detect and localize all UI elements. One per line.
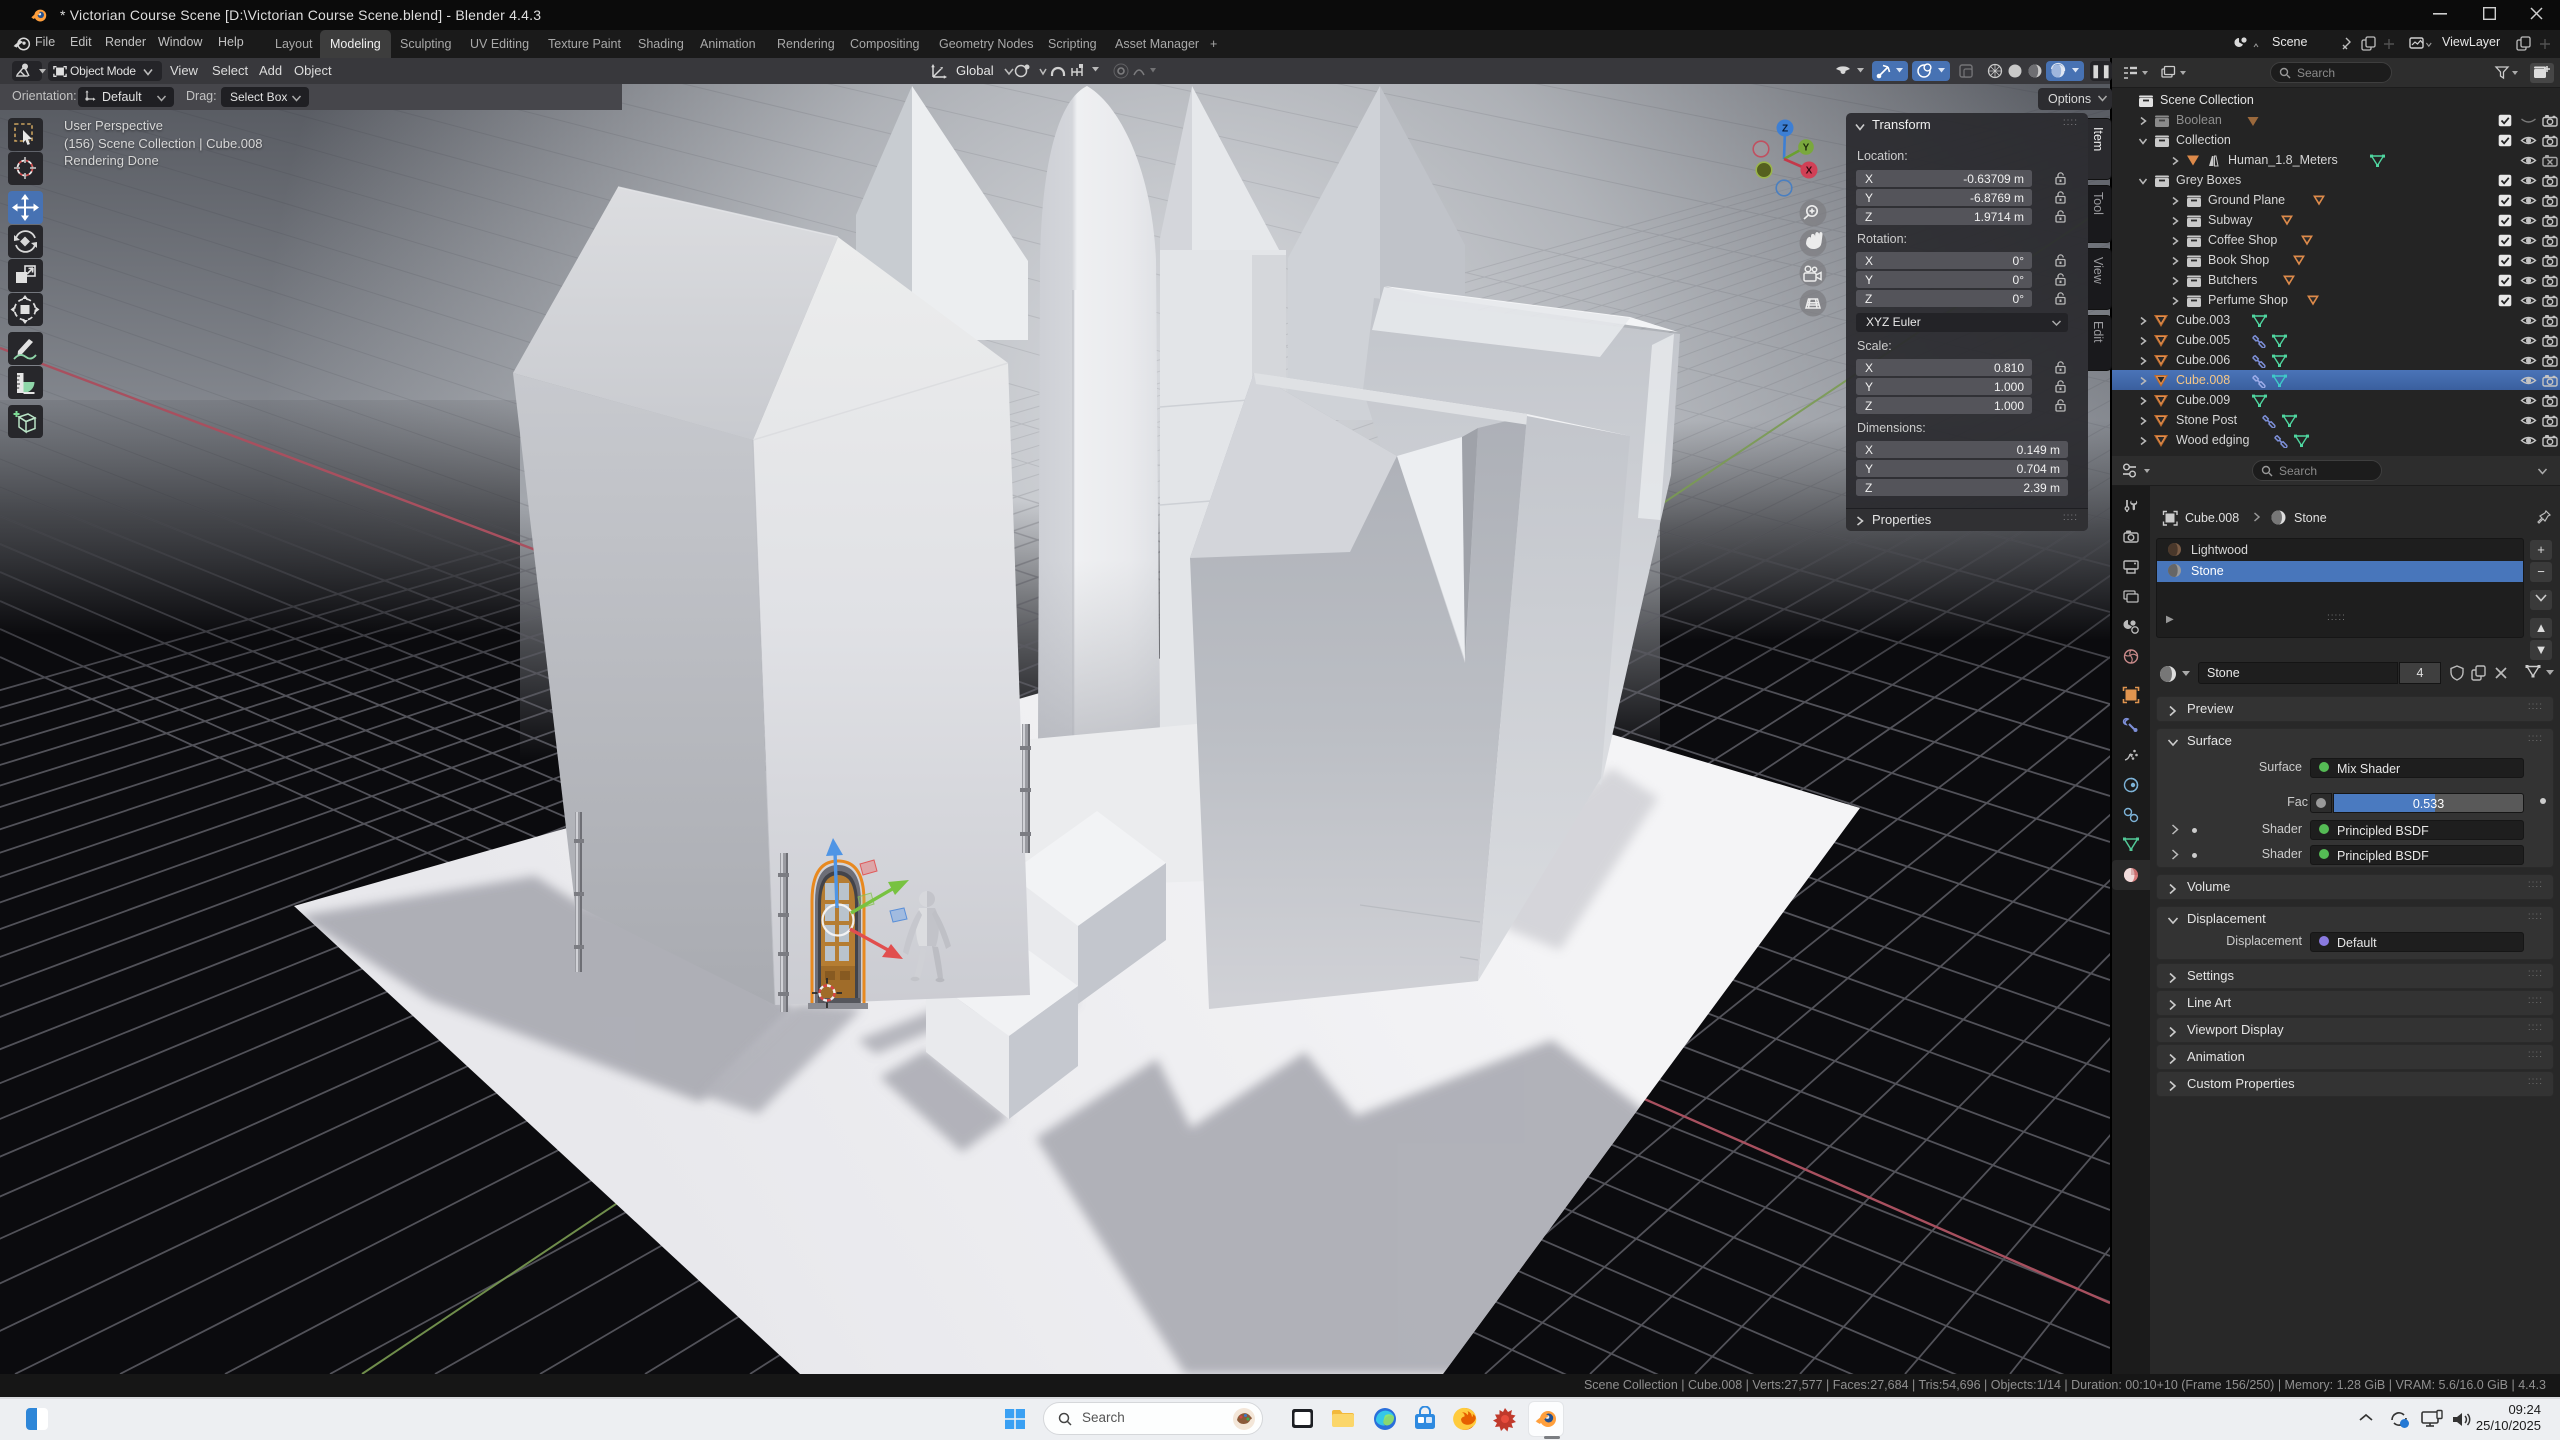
svg-text:Y: Y bbox=[1803, 143, 1810, 154]
svg-text:X: X bbox=[1806, 166, 1813, 177]
svg-text:Z: Z bbox=[1782, 124, 1788, 135]
